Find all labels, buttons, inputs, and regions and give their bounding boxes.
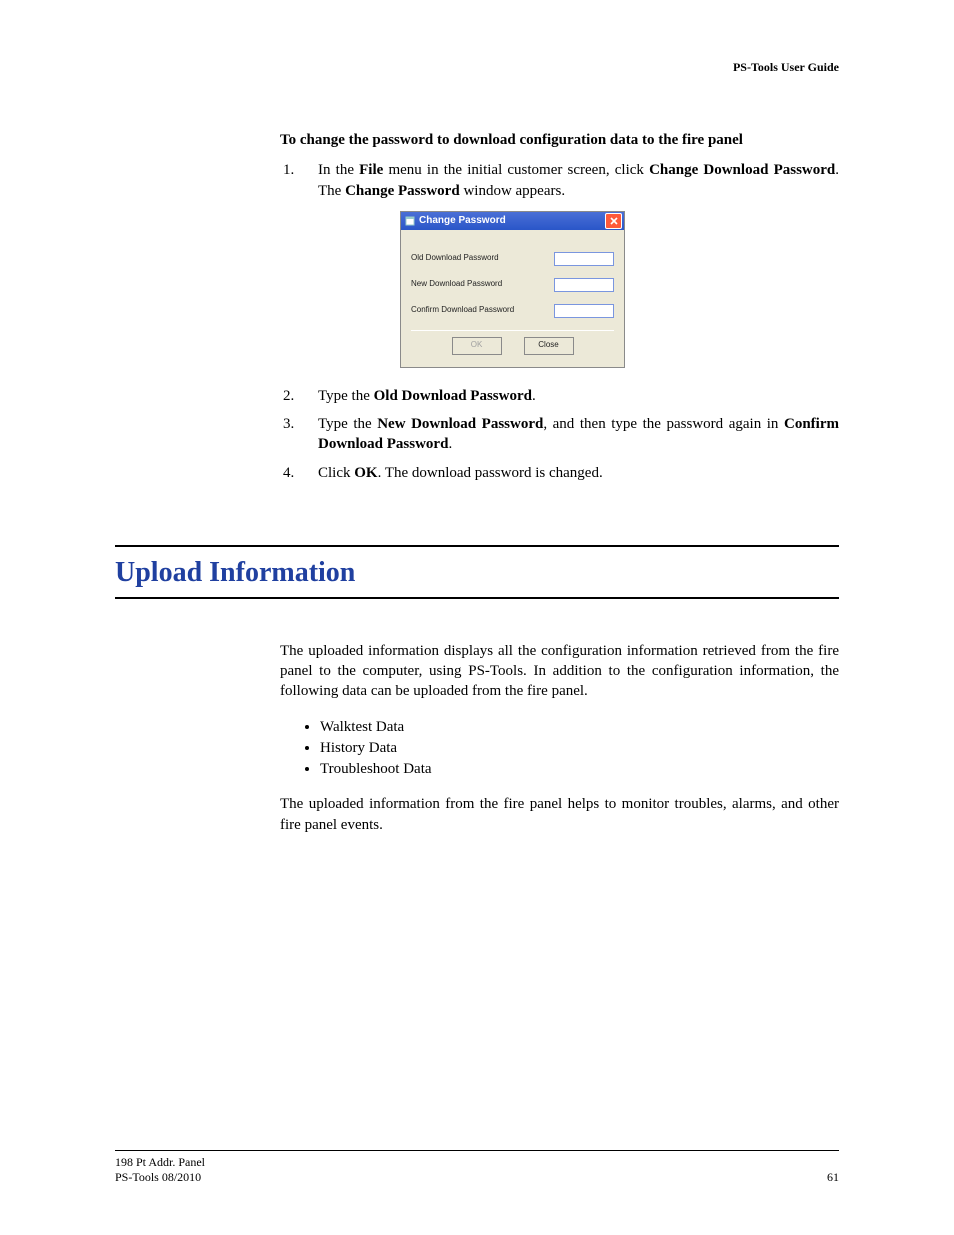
section-rule-top [115,545,839,547]
new-password-input[interactable] [554,278,614,292]
ok-button[interactable]: OK [452,337,502,355]
dialog-title: Change Password [419,214,605,228]
step-2: Type the Old Download Password. [298,386,839,406]
footer-left: 198 Pt Addr. Panel PS-Tools 08/2010 [115,1155,205,1185]
bullet-troubleshoot: Troubleshoot Data [320,759,839,779]
step-4: Click OK. The download password is chang… [298,463,839,483]
section-title: Upload Information [115,557,839,589]
step-1: In the File menu in the initial customer… [298,160,839,368]
page-number: 61 [827,1170,839,1185]
bullet-history: History Data [320,738,839,758]
step-3: Type the New Download Password, and then… [298,414,839,455]
close-button[interactable]: Close [524,337,574,355]
doc-header-title: PS-Tools User Guide [733,60,839,75]
subsection-heading: To change the password to download confi… [280,130,839,150]
new-password-label: New Download Password [411,279,548,290]
confirm-password-label: Confirm Download Password [411,305,548,316]
confirm-password-input[interactable] [554,304,614,318]
dialog-titlebar[interactable]: Change Password [401,212,624,230]
section2-para1: The uploaded information displays all th… [280,641,839,702]
section2-para2: The uploaded information from the fire p… [280,794,839,835]
section-rule-bottom [115,597,839,599]
close-icon[interactable] [605,213,622,229]
footer-rule [115,1150,839,1151]
change-password-dialog: Change Password Old Download Password [400,211,625,368]
old-password-input[interactable] [554,252,614,266]
old-password-label: Old Download Password [411,253,548,264]
app-icon [405,216,415,226]
bullet-walktest: Walktest Data [320,717,839,737]
